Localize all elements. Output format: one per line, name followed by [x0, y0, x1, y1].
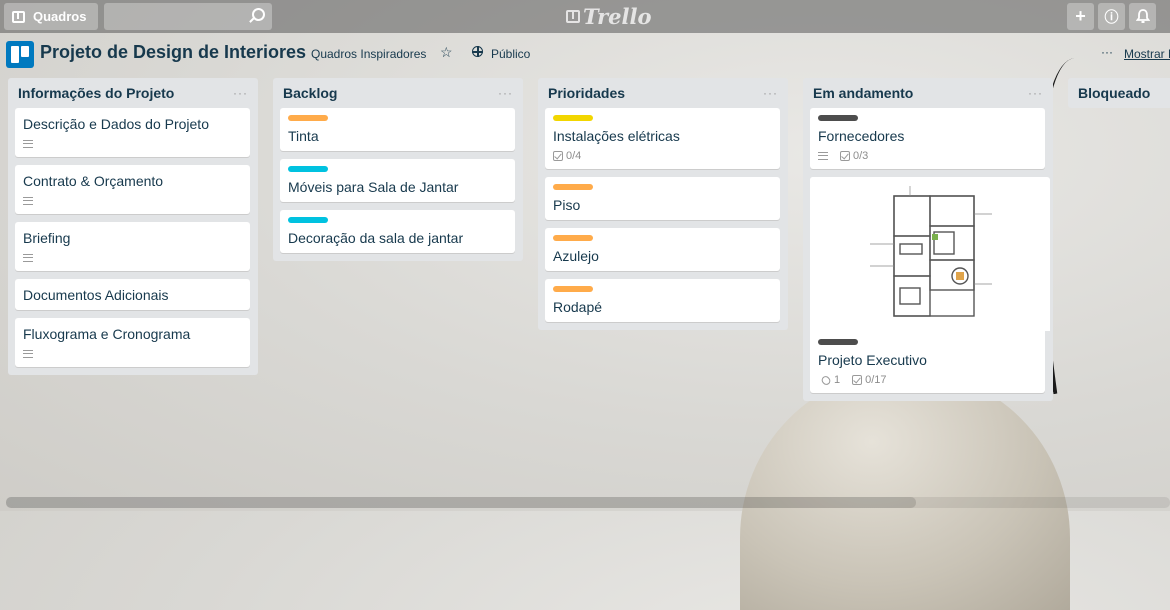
card-title: Decoração da sala de jantar — [288, 230, 464, 246]
floor-plan-image — [870, 186, 992, 317]
star-icon[interactable]: ☆ — [440, 44, 453, 61]
label-orange[interactable] — [553, 184, 593, 190]
notifications-button[interactable] — [1129, 3, 1156, 30]
visibility-button[interactable]: Público — [491, 47, 530, 61]
card-title: Fluxograma e Cronograma — [23, 326, 191, 342]
card[interactable]: Projeto Executivo 1 0/17 — [810, 177, 1050, 393]
card-title: Instalações elétricas — [553, 128, 680, 144]
scrollbar-thumb[interactable] — [6, 497, 916, 508]
horizontal-scrollbar[interactable] — [6, 497, 1170, 508]
card[interactable]: Decoração da sala de jantar — [280, 210, 515, 253]
add-icon: + — [1075, 6, 1086, 26]
attachment-icon — [820, 373, 832, 387]
list-menu-icon[interactable]: ··· — [763, 86, 778, 100]
label-cyan[interactable] — [288, 217, 328, 223]
list-title[interactable]: Bloqueado — [1078, 85, 1150, 101]
label-black[interactable] — [818, 115, 858, 121]
checklist-icon — [852, 375, 863, 385]
search-input[interactable] — [104, 3, 272, 30]
checklist-count: 0/4 — [566, 150, 582, 162]
card[interactable]: Fluxograma e Cronograma — [15, 318, 250, 367]
description-icon — [23, 350, 33, 358]
card[interactable]: Azulejo — [545, 228, 780, 271]
card-title: Piso — [553, 197, 581, 213]
top-bar: Quadros Trello + ⓘ — [0, 0, 1170, 33]
board-title[interactable]: Projeto de Design de Interiores — [40, 42, 306, 63]
search-icon[interactable] — [252, 8, 265, 21]
card[interactable]: Descrição e Dados do Projeto — [15, 108, 250, 157]
trello-logo-icon — [566, 10, 580, 23]
card-cover-image — [810, 177, 1050, 331]
list-title[interactable]: Informações do Projeto — [18, 85, 174, 101]
description-icon — [818, 152, 828, 160]
list-menu-icon[interactable]: ··· — [233, 86, 248, 100]
card-title: Rodapé — [553, 299, 603, 315]
label-yellow[interactable] — [553, 115, 593, 121]
list-menu-icon[interactable]: ··· — [498, 86, 513, 100]
add-button[interactable]: + — [1067, 3, 1094, 30]
board-icon[interactable] — [6, 41, 34, 68]
card[interactable]: Tinta — [280, 108, 515, 151]
card[interactable]: Rodapé — [545, 279, 780, 322]
checklist-icon — [840, 151, 850, 161]
list-em-andamento: Em andamento ··· Fornecedores 0/3 Projet… — [803, 78, 1053, 401]
background-lamp — [740, 370, 1070, 610]
card-title: Móveis para Sala de Jantar — [288, 179, 459, 195]
card-title: Tinta — [288, 128, 319, 144]
card[interactable]: Fornecedores 0/3 — [810, 108, 1045, 169]
list-backlog: Backlog ··· Tinta Móveis para Sala de Ja… — [273, 78, 523, 261]
boards-button[interactable]: Quadros — [4, 3, 98, 30]
card-title: Briefing — [23, 230, 71, 246]
checklist-icon — [553, 151, 563, 161]
info-icon: ⓘ — [1104, 8, 1119, 25]
attachment-count: 1 — [834, 374, 841, 386]
trello-logo[interactable]: Trello — [566, 4, 652, 29]
description-icon — [23, 254, 33, 262]
card-title: Documentos Adicionais — [23, 287, 169, 303]
boards-label: Quadros — [33, 9, 87, 24]
list-bloqueado: Bloqueado — [1068, 78, 1170, 108]
label-orange[interactable] — [553, 235, 593, 241]
team-link[interactable]: Quadros Inspiradores — [311, 47, 426, 61]
card[interactable]: Contrato & Orçamento — [15, 165, 250, 214]
list-menu-icon[interactable]: ··· — [1028, 86, 1043, 100]
show-menu-link[interactable]: Mostrar M — [1124, 47, 1170, 61]
info-button[interactable]: ⓘ — [1098, 3, 1125, 30]
card-title: Contrato & Orçamento — [23, 173, 164, 189]
bell-icon — [1135, 9, 1150, 23]
card[interactable]: Documentos Adicionais — [15, 279, 250, 310]
description-icon — [23, 197, 33, 205]
card-title: Fornecedores — [818, 128, 905, 144]
label-cyan[interactable] — [288, 166, 328, 172]
menu-dots-icon[interactable]: ··· — [1101, 45, 1113, 59]
list-title[interactable]: Prioridades — [548, 85, 625, 101]
label-orange[interactable] — [553, 286, 593, 292]
label-orange[interactable] — [288, 115, 328, 121]
globe-icon — [472, 46, 483, 57]
card[interactable]: Piso — [545, 177, 780, 220]
trello-logo-text: Trello — [583, 4, 652, 29]
list-title[interactable]: Em andamento — [813, 85, 913, 101]
list-prioridades: Prioridades ··· Instalações elétricas 0/… — [538, 78, 788, 330]
card[interactable]: Móveis para Sala de Jantar — [280, 159, 515, 202]
card[interactable]: Instalações elétricas 0/4 — [545, 108, 780, 169]
list-informacoes: Informações do Projeto ··· Descrição e D… — [8, 78, 258, 375]
card-title: Azulejo — [553, 248, 599, 264]
checklist-count: 0/17 — [865, 374, 887, 386]
boards-icon — [12, 10, 25, 23]
card-title: Descrição e Dados do Projeto — [23, 116, 209, 132]
card-title: Projeto Executivo — [818, 352, 927, 368]
description-icon — [23, 140, 33, 148]
list-title[interactable]: Backlog — [283, 85, 337, 101]
label-black[interactable] — [818, 339, 858, 345]
checklist-count: 0/3 — [853, 150, 869, 162]
card[interactable]: Briefing — [15, 222, 250, 271]
